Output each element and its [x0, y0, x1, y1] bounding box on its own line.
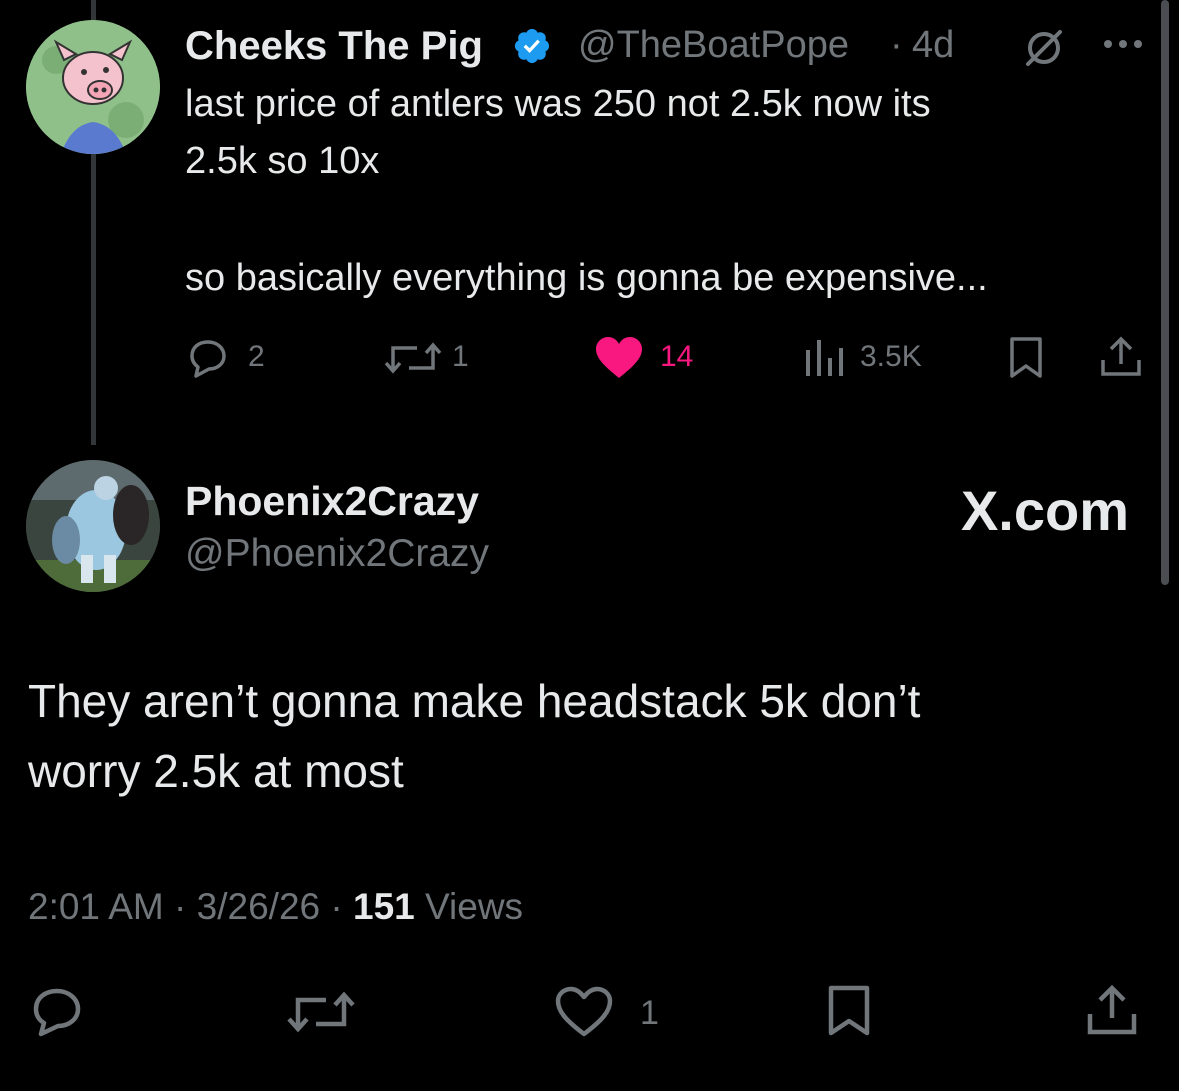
tweet-text-line-1: They aren’t gonna make headstack 5k don’…: [28, 675, 921, 727]
more-icon[interactable]: [1100, 36, 1146, 52]
scrollbar[interactable]: [1161, 0, 1169, 585]
tweet-meta: 2:01 AM · 3/26/26 · 151 Views: [28, 886, 523, 928]
bookmark-icon[interactable]: [824, 984, 874, 1038]
tweet-time[interactable]: 2:01 AM: [28, 886, 164, 927]
verified-badge-icon: [512, 26, 552, 66]
share-icon[interactable]: [1084, 982, 1140, 1038]
like-count: 14: [660, 340, 694, 373]
source-label: X.com: [960, 479, 1129, 542]
tweet-time[interactable]: 4d: [912, 24, 954, 67]
avatar-cheeks[interactable]: [26, 20, 160, 154]
heart-icon[interactable]: [554, 986, 614, 1038]
reply-icon[interactable]: [186, 336, 230, 380]
meta-separator: ·: [174, 886, 187, 927]
meta-separator: ·: [330, 886, 343, 927]
avatar-phoenix[interactable]: [26, 460, 160, 592]
tweet-text-line-1: last price of antlers was 250 not 2.5k n…: [185, 83, 931, 125]
share-icon[interactable]: [1098, 334, 1144, 380]
repost-icon[interactable]: [383, 338, 443, 378]
author-handle[interactable]: @TheBoatPope: [578, 24, 849, 67]
author-name[interactable]: Cheeks The Pig: [185, 24, 483, 69]
time-separator: ·: [890, 24, 903, 66]
tweet-text-line-2: worry 2.5k at most: [28, 745, 404, 797]
heart-icon[interactable]: [594, 336, 644, 380]
views-icon[interactable]: [803, 338, 847, 378]
like-count: 1: [640, 994, 659, 1032]
repost-count: 1: [452, 340, 469, 373]
views-count: 151: [353, 886, 415, 927]
bookmark-icon[interactable]: [1006, 336, 1046, 380]
tweet-date[interactable]: 3/26/26: [197, 886, 320, 927]
tweet-text-line-2: 2.5k so 10x: [185, 140, 380, 182]
reply-count: 2: [248, 340, 265, 373]
muted-slash-icon: [1020, 24, 1068, 72]
repost-icon[interactable]: [286, 988, 356, 1036]
view-count: 3.5K: [860, 340, 922, 373]
views-label: Views: [425, 886, 524, 927]
reply-icon[interactable]: [30, 986, 84, 1038]
author-name[interactable]: Phoenix2Crazy: [185, 478, 479, 525]
tweet-text-line-3: so basically everything is gonna be expe…: [185, 257, 988, 299]
author-handle[interactable]: @Phoenix2Crazy: [185, 532, 489, 576]
